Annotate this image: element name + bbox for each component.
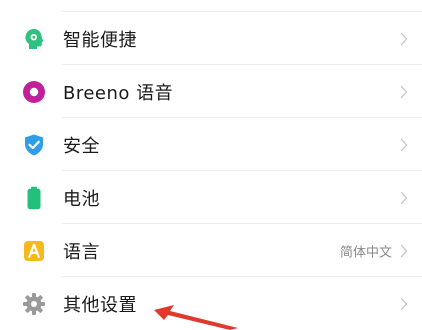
settings-item-language[interactable]: 语言 简体中文 [0, 224, 422, 277]
settings-item-breeno-voice[interactable]: Breeno 语音 [0, 65, 422, 118]
breeno-voice-icon [23, 80, 45, 103]
chevron-right-icon [400, 244, 408, 257]
chevron-right-icon [400, 138, 408, 151]
language-icon [24, 240, 44, 261]
settings-item-label: 安全 [63, 135, 100, 157]
settings-item-label: 智能便捷 [63, 29, 137, 51]
chevron-right-icon [400, 85, 408, 98]
settings-item-label: Breeno 语音 [63, 82, 174, 104]
settings-item-smart-assistant[interactable]: 智能便捷 [0, 12, 422, 65]
smart-assistant-icon [25, 28, 44, 49]
settings-item-label: 其他设置 [63, 294, 137, 316]
settings-list: 智能便捷 Breeno 语音 安全 电池 语言 简体中文 其他设置 [0, 12, 422, 330]
chevron-right-icon [400, 191, 408, 204]
security-shield-icon [25, 134, 43, 155]
chevron-right-icon [400, 32, 408, 45]
battery-icon [27, 186, 41, 209]
settings-item-battery[interactable]: 电池 [0, 171, 422, 224]
language-current-value: 简体中文 [339, 245, 392, 260]
gear-icon [23, 292, 45, 315]
settings-item-security[interactable]: 安全 [0, 118, 422, 171]
settings-item-label: 语言 [63, 241, 100, 263]
settings-item-label: 电池 [63, 188, 100, 210]
chevron-right-icon [400, 297, 408, 310]
annotation-arrow-icon [154, 305, 238, 330]
